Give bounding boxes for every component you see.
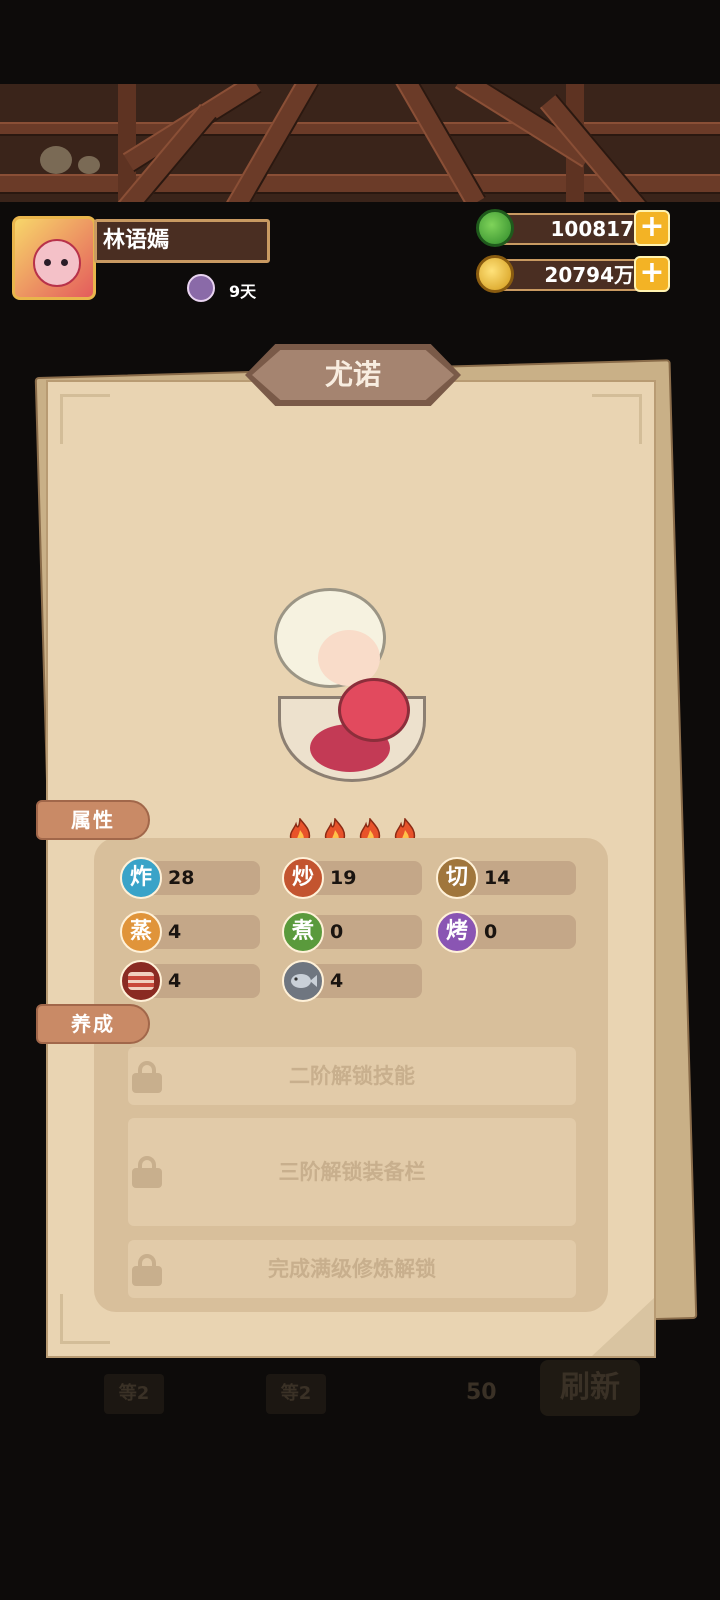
stat-roast: 0 烤 — [436, 911, 576, 953]
add-coin-button[interactable]: + — [634, 256, 670, 292]
chick-icon — [40, 146, 72, 174]
lock-label: 二阶解锁技能 — [289, 1064, 415, 1088]
beam — [0, 122, 720, 136]
chick-icon — [78, 156, 100, 174]
stat-meat: 4 — [120, 960, 260, 1002]
bg-count: 50 — [466, 1380, 497, 1405]
jade-icon — [476, 209, 514, 247]
fry-icon: 炸 — [120, 857, 162, 899]
locked-training-row[interactable]: 完成满级修炼解锁 — [128, 1240, 576, 1298]
red-dumpling — [338, 678, 410, 742]
boil-icon: 煮 — [282, 911, 324, 953]
player-name: 林语嫣 — [94, 219, 270, 263]
bg-level-badge: 等2 — [266, 1374, 326, 1414]
chef-character-portrait — [266, 586, 438, 796]
coin-icon — [476, 255, 514, 293]
add-jade-button[interactable]: + — [634, 210, 670, 246]
bg-level-badge: 等2 — [104, 1374, 164, 1414]
lock-icon — [132, 1156, 162, 1188]
coin-resource: 20794万 + — [476, 255, 672, 293]
jade-resource: 100817 + — [476, 209, 672, 247]
cut-icon: 切 — [436, 857, 478, 899]
lock-icon — [132, 1254, 162, 1286]
roast-icon: 烤 — [436, 911, 478, 953]
player-avatar[interactable] — [12, 216, 96, 300]
tab-training[interactable]: 养成 — [36, 1004, 150, 1044]
eye — [44, 259, 51, 266]
stat-fry: 28 炸 — [120, 857, 260, 899]
fish-icon — [282, 960, 324, 1002]
lock-label: 完成满级修炼解锁 — [268, 1257, 436, 1281]
stat-steam: 4 蒸 — [120, 911, 260, 953]
stir-fry-icon: 炒 — [282, 857, 324, 899]
corner-ornament — [60, 394, 110, 444]
corner-ornament — [592, 394, 642, 444]
stat-boil: 0 煮 — [282, 911, 422, 953]
avatar-face — [33, 239, 81, 287]
tab-attributes[interactable]: 属性 — [36, 800, 150, 840]
eye — [61, 259, 68, 266]
jade-value: 100817 — [494, 213, 644, 245]
meat-icon — [120, 960, 162, 1002]
days-count: 9天 — [229, 282, 257, 301]
coin-value: 20794万 — [494, 259, 644, 291]
stat-stir-fry: 19 炒 — [282, 857, 422, 899]
stat-fish: 4 — [282, 960, 422, 1002]
lock-label: 三阶解锁装备栏 — [278, 1160, 426, 1184]
ceiling-beams — [0, 84, 720, 202]
lock-icon — [132, 1061, 162, 1093]
steam-icon: 蒸 — [120, 911, 162, 953]
bg-refresh-button: 刷新 — [540, 1360, 640, 1416]
locked-skill-row[interactable]: 二阶解锁技能 — [128, 1047, 576, 1105]
companion-avatar-icon[interactable] — [187, 274, 215, 302]
locked-equipment-row[interactable]: 三阶解锁装备栏 — [128, 1118, 576, 1226]
character-name-title: 尤诺 — [252, 350, 454, 400]
stat-cut: 14 切 — [436, 857, 576, 899]
